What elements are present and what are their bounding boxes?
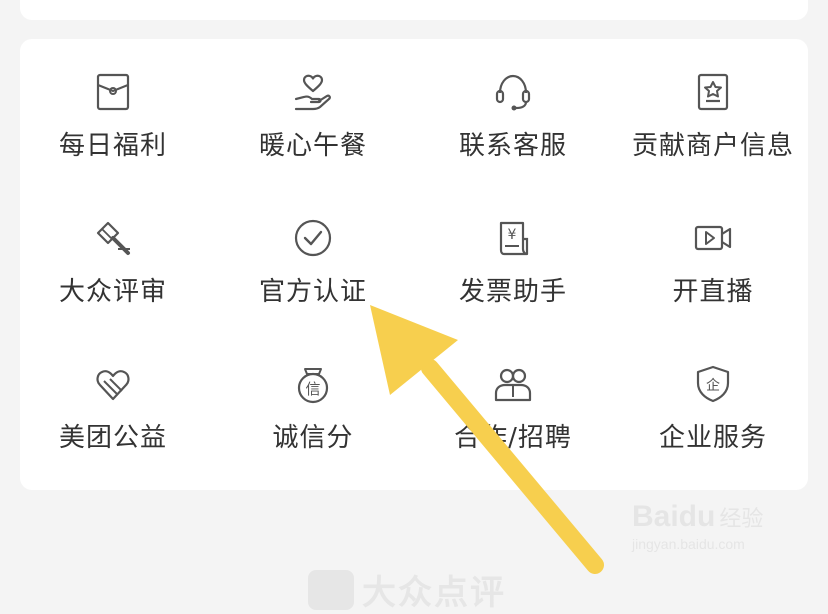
footer-logo: 大众点评 [308,565,506,614]
grid-item-label: 发票助手 [458,277,567,307]
service-grid: 每日福利 暖心午餐 联系客服 贡献商户信息 大众评审 官方认证 ¥ 发票助手 开… [20,39,808,490]
gavel-icon [96,221,130,255]
grid-item-contribute-merchant[interactable]: 贡献商户信息 [613,39,813,179]
heart-hand-icon [294,74,331,111]
grid-item-label: 企业服务 [658,423,767,453]
headset-icon [495,74,531,111]
watermark-brand: Baidu [632,500,716,533]
grid-item-start-live[interactable]: 开直播 [613,185,813,325]
watermark-url: jingyan.baidu.com [632,536,745,552]
envelope-icon [96,73,130,111]
grid-item-label: 暖心午餐 [258,131,367,161]
grid-item-label: 合作/招聘 [454,423,572,453]
grid-item-official-certification[interactable]: 官方认证 [213,185,413,325]
invoice-icon: ¥ [499,221,529,256]
grid-item-label: 每日福利 [58,131,167,161]
app-logo-icon [308,569,354,610]
grid-item-label: 开直播 [672,277,754,307]
grid-item-cooperation-recruitment[interactable]: 合作/招聘 [413,331,613,471]
grid-item-label: 官方认证 [258,277,367,307]
grid-item-daily-welfare[interactable]: 每日福利 [13,39,213,179]
star-document-icon [697,73,729,111]
grid-item-meituan-charity[interactable]: 美团公益 [13,331,213,471]
check-circle-icon [294,219,332,257]
watermark-cn: 经验 [719,507,764,532]
grid-item-label: 美团公益 [58,423,167,453]
shield-enterprise-icon: 企 [696,365,730,403]
grid-item-enterprise-service[interactable]: 企 企业服务 [613,331,813,471]
grid-item-label: 贡献商户信息 [631,131,794,161]
grid-item-credit-score[interactable]: 信 诚信分 [213,331,413,471]
grid-item-invoice-assistant[interactable]: ¥ 发票助手 [413,185,613,325]
people-icon [494,368,532,402]
grid-item-label: 联系客服 [458,131,567,161]
svg-text:企: 企 [706,377,720,394]
video-camera-icon [694,225,732,251]
grid-item-customer-service[interactable]: 联系客服 [413,39,613,179]
grid-item-label: 大众评审 [58,277,167,307]
credit-badge-icon: 信 [297,368,329,404]
grid-item-public-review[interactable]: 大众评审 [13,185,213,325]
charity-heart-icon [96,370,130,401]
grid-item-warm-lunch[interactable]: 暖心午餐 [213,39,413,179]
baidu-watermark: Baidu 经验 jingyan.baidu.com [632,500,812,570]
footer-logo-text: 大众点评 [362,573,506,613]
svg-text:信: 信 [305,380,320,398]
top-card [20,0,808,20]
grid-item-label: 诚信分 [272,423,354,453]
svg-text:¥: ¥ [508,227,517,243]
